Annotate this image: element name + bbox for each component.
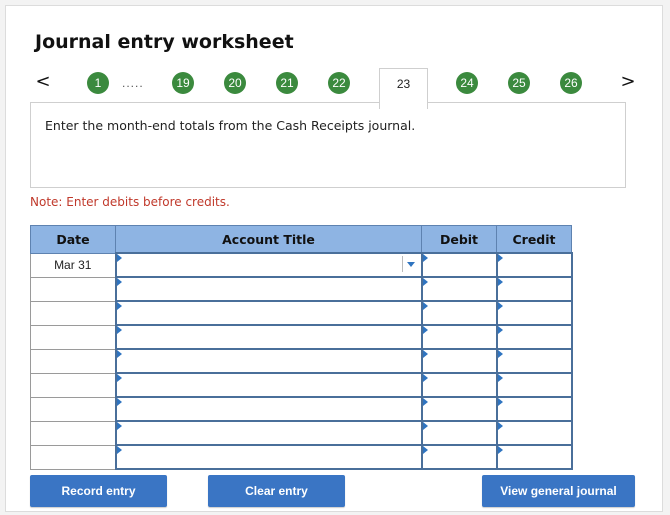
step-19-button[interactable]: 19	[172, 72, 194, 94]
credit-input[interactable]	[495, 420, 573, 446]
debit-input[interactable]	[420, 324, 498, 350]
next-arrow-icon[interactable]: >	[618, 70, 638, 94]
step-25-button[interactable]: 25	[508, 72, 530, 94]
account-title-select[interactable]	[114, 396, 423, 422]
journal-entry-table: Date Account Title Debit Credit Mar 31	[30, 225, 573, 470]
debit-input[interactable]	[420, 300, 498, 326]
instruction-box: Enter the month-end totals from the Cash…	[30, 102, 626, 188]
account-title-select[interactable]	[114, 444, 423, 470]
debit-input[interactable]	[420, 420, 498, 446]
table-row	[30, 348, 573, 374]
credit-input[interactable]	[495, 348, 573, 374]
debit-input[interactable]	[420, 396, 498, 422]
date-cell	[30, 420, 116, 446]
credit-input[interactable]	[495, 372, 573, 398]
table-row	[30, 324, 573, 350]
page-title: Journal entry worksheet	[35, 31, 294, 53]
clear-entry-button[interactable]: Clear entry	[208, 475, 345, 507]
date-cell	[30, 372, 116, 398]
account-title-select[interactable]	[114, 420, 423, 446]
date-cell	[30, 324, 116, 350]
step-26-button[interactable]: 26	[560, 72, 582, 94]
debit-input[interactable]	[420, 252, 498, 278]
credit-input[interactable]	[495, 444, 573, 470]
debit-input[interactable]	[420, 276, 498, 302]
prev-arrow-icon[interactable]: <	[33, 70, 53, 94]
account-title-select[interactable]	[114, 372, 423, 398]
table-row: Mar 31	[30, 252, 573, 278]
view-general-journal-button[interactable]: View general journal	[482, 475, 635, 507]
date-column-header: Date	[30, 225, 116, 254]
account-title-column-header: Account Title	[115, 225, 422, 254]
step-1-button[interactable]: 1	[87, 72, 109, 94]
debit-input[interactable]	[420, 372, 498, 398]
table-row	[30, 372, 573, 398]
record-entry-button[interactable]: Record entry	[30, 475, 167, 507]
credit-column-header: Credit	[496, 225, 572, 254]
debit-column-header: Debit	[421, 225, 497, 254]
credit-input[interactable]	[495, 324, 573, 350]
account-title-select[interactable]	[114, 252, 423, 278]
table-row	[30, 396, 573, 422]
date-cell	[30, 276, 116, 302]
step-20-button[interactable]: 20	[224, 72, 246, 94]
account-title-select[interactable]	[114, 324, 423, 350]
steps-ellipsis: .....	[122, 76, 144, 90]
date-cell	[30, 300, 116, 326]
note-text: Note: Enter debits before credits.	[30, 195, 230, 209]
date-cell: Mar 31	[30, 252, 116, 278]
table-row	[30, 300, 573, 326]
credit-input[interactable]	[495, 300, 573, 326]
credit-input[interactable]	[495, 396, 573, 422]
credit-input[interactable]	[495, 276, 573, 302]
chevron-down-icon[interactable]	[401, 256, 419, 272]
date-cell	[30, 444, 116, 470]
account-title-select[interactable]	[114, 276, 423, 302]
table-row	[30, 276, 573, 302]
table-row	[30, 444, 573, 470]
account-title-select[interactable]	[114, 348, 423, 374]
account-title-select[interactable]	[114, 300, 423, 326]
table-row	[30, 420, 573, 446]
debit-input[interactable]	[420, 348, 498, 374]
step-22-button[interactable]: 22	[328, 72, 350, 94]
step-24-button[interactable]: 24	[456, 72, 478, 94]
date-cell	[30, 396, 116, 422]
date-cell	[30, 348, 116, 374]
step-21-button[interactable]: 21	[276, 72, 298, 94]
step-23-tab[interactable]: 23	[379, 68, 428, 109]
debit-input[interactable]	[420, 444, 498, 470]
credit-input[interactable]	[495, 252, 573, 278]
